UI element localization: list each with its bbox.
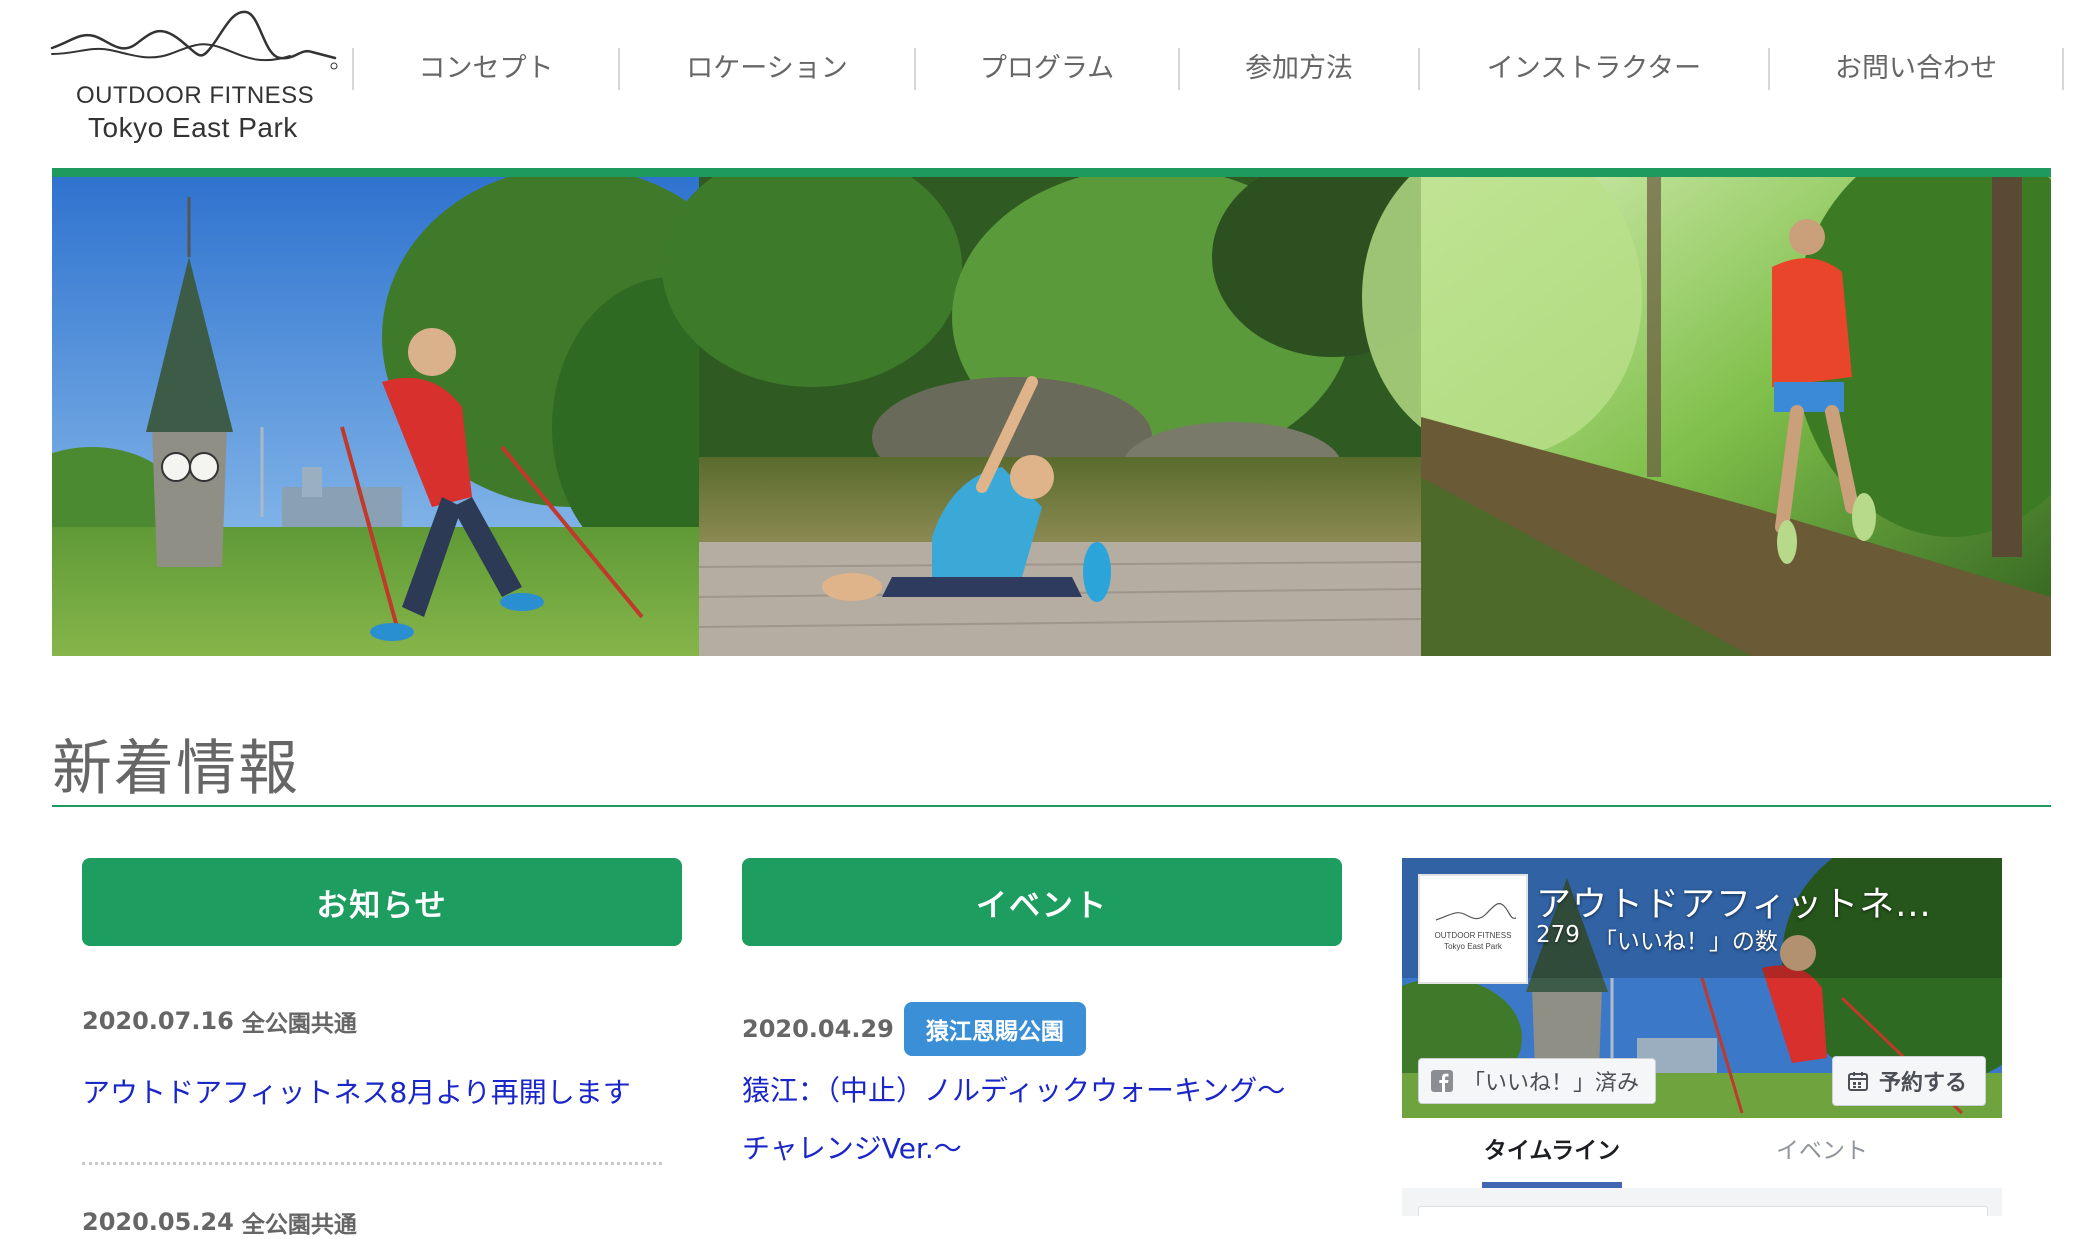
facebook-feed-card: [1418, 1206, 1988, 1216]
facebook-like-count: 279 「いいね！」の数: [1536, 922, 1778, 956]
main-nav: コンセプト ロケーション プログラム 参加方法 インストラクター お問い合わせ: [352, 48, 2064, 90]
like-count-number: 279: [1536, 922, 1580, 948]
facebook-tabs: タイムライン イベント: [1402, 1118, 2002, 1188]
notice-post-meta: 2020.07.16 全公園共通: [82, 1004, 682, 1038]
thumb-text-line2: Tokyo East Park: [1444, 942, 1503, 951]
stretching-photo: [662, 177, 1452, 656]
news-section-title: 新着情報: [52, 734, 300, 804]
logo-text-line1: OUTDOOR FITNESS: [76, 82, 315, 109]
post-divider: [82, 1162, 662, 1165]
facebook-book-button[interactable]: 予約する: [1831, 1056, 1986, 1106]
facebook-f-icon: [1431, 1070, 1453, 1092]
nav-program[interactable]: プログラム: [914, 48, 1178, 90]
facebook-tab-events[interactable]: イベント: [1752, 1118, 1892, 1188]
nav-concept[interactable]: コンセプト: [352, 48, 618, 90]
nav-instructor[interactable]: インストラクター: [1418, 48, 1768, 90]
trail-running-photo: [1362, 177, 2051, 656]
logo-text-line2: Tokyo East Park: [88, 112, 298, 143]
facebook-page-thumbnail[interactable]: OUTDOOR FITNESS Tokyo East Park: [1418, 874, 1528, 984]
facebook-liked-button[interactable]: 「いいね！」済み: [1418, 1058, 1657, 1104]
site-logo[interactable]: OUTDOOR FITNESS Tokyo East Park: [50, 6, 350, 143]
event-column: イベント 2020.04.29 猿江恩賜公園 猿江：（中止）ノルディックウォーキ…: [742, 858, 1342, 1178]
notice-tab-button[interactable]: お知らせ: [82, 858, 682, 946]
like-count-label: 「いいね！」の数: [1593, 929, 1778, 955]
book-button-label: 予約する: [1878, 1071, 1967, 1096]
post-category: 全公園共通: [241, 1011, 357, 1037]
nav-location[interactable]: ロケーション: [618, 48, 914, 90]
facebook-page-widget: OUTDOOR FITNESS Tokyo East Park アウトドアフィッ…: [1402, 858, 2002, 1216]
facebook-page-name[interactable]: アウトドアフィットネ...: [1536, 876, 1932, 927]
calendar-icon: [1847, 1072, 1868, 1091]
news-section-divider: [52, 805, 2051, 807]
thumb-text-line1: OUTDOOR FITNESS: [1435, 931, 1512, 940]
nav-contact[interactable]: お問い合わせ: [1768, 48, 2064, 90]
post-category: 全公園共通: [241, 1212, 357, 1238]
liked-button-label: 「いいね！」済み: [1463, 1071, 1640, 1096]
event-post-title-line2: チャレンジVer.〜: [742, 1132, 962, 1165]
hero-banner: [52, 177, 2051, 656]
post-date: 2020.04.29: [742, 1015, 894, 1043]
header-accent-bar: [52, 168, 2051, 177]
mountain-wave-logo-icon: [50, 10, 338, 70]
park-badge[interactable]: 猿江恩賜公園: [903, 1002, 1086, 1056]
facebook-tab-timeline[interactable]: タイムライン: [1482, 1118, 1622, 1188]
event-post-link[interactable]: 猿江：（中止）ノルディックウォーキング〜 チャレンジVer.〜: [742, 1062, 1342, 1178]
notice-post-link[interactable]: アウトドアフィットネス8月より再開します: [82, 1064, 642, 1122]
event-tab-button[interactable]: イベント: [742, 858, 1342, 946]
facebook-cover-photo[interactable]: OUTDOOR FITNESS Tokyo East Park アウトドアフィッ…: [1402, 858, 2002, 1118]
post-date: 2020.05.24: [82, 1208, 234, 1236]
post-date: 2020.07.16: [82, 1007, 234, 1035]
notice-column: お知らせ 2020.07.16 全公園共通 アウトドアフィットネス8月より再開し…: [82, 858, 682, 1239]
nav-how-to-join[interactable]: 参加方法: [1178, 48, 1418, 90]
event-post-title-line1: 猿江：（中止）ノルディックウォーキング〜: [742, 1074, 1286, 1107]
notice-post-meta: 2020.05.24 全公園共通: [82, 1205, 682, 1239]
event-post-meta: 2020.04.29 猿江恩賜公園: [742, 1002, 1342, 1056]
